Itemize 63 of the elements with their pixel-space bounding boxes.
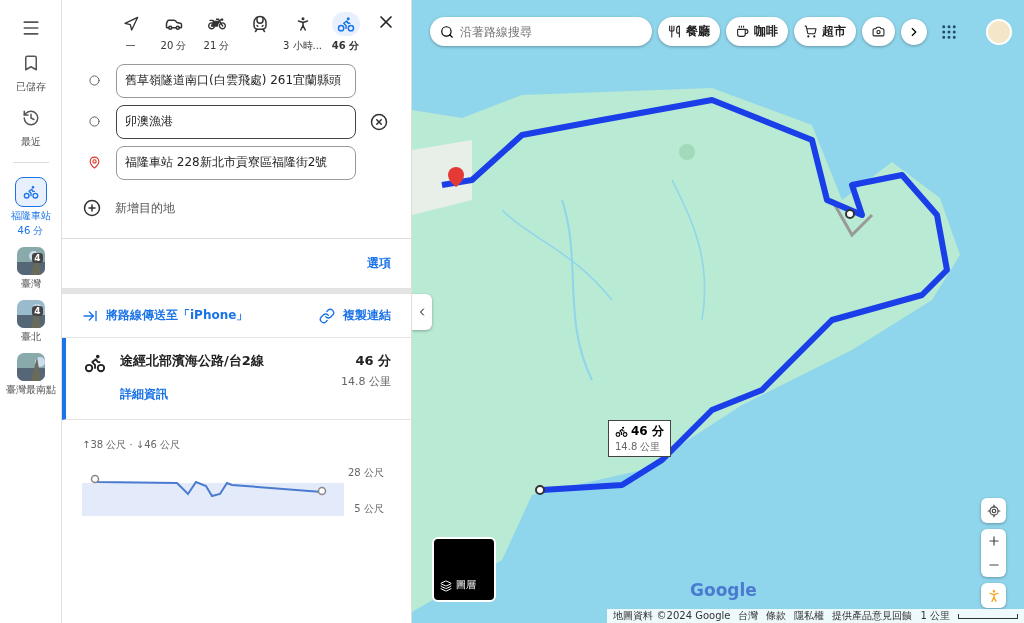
route-time: 46 分 (355, 352, 391, 370)
rail-item-label[interactable]: 臺灣最南點 (5, 384, 56, 396)
category-chip[interactable]: 餐廳 (658, 17, 720, 46)
route-title: 途經北部濱海公路/台2線 (120, 352, 265, 370)
close-icon (370, 112, 388, 131)
options-link[interactable]: 選項 (367, 255, 391, 272)
pin-icon (87, 156, 101, 169)
apps-grid-icon[interactable] (940, 22, 958, 41)
travel-time: 21 分 (203, 39, 230, 53)
search-field[interactable]: 沿著路線搜尋 (430, 17, 652, 46)
add-destination-label[interactable]: 新增目的地 (115, 199, 175, 217)
layers-icon (440, 580, 452, 592)
utensils-icon (668, 25, 681, 38)
waypoint-field[interactable]: 卯澳漁港 (116, 104, 356, 139)
bicycle-icon (615, 425, 628, 438)
rail-item-label[interactable]: 已儲存 (15, 81, 46, 93)
rail-item-label[interactable]: 福隆車站 (10, 210, 51, 222)
bicycle-icon (336, 15, 355, 33)
send-to-phone-link[interactable]: 將路線傳送至「iPhone」 (82, 307, 249, 324)
train-icon (250, 15, 269, 33)
route-distance: 14.8 公里 (341, 374, 391, 389)
footer-link[interactable]: 提供產品意見回饋 (832, 609, 913, 623)
travel-time: 20 分 (160, 39, 187, 53)
camera-icon (872, 25, 885, 38)
rail-item-time: 46 分 (17, 225, 44, 237)
link-icon (319, 307, 335, 324)
locate-icon (986, 503, 1001, 518)
my-location-button[interactable] (981, 498, 1006, 523)
count-badge: 4 (32, 253, 43, 263)
logo: Google (690, 580, 757, 600)
elevation-summary: ↑38 公尺 · ↓46 公尺 (82, 438, 182, 452)
scale-label: 1 公里 (920, 609, 950, 623)
cart-icon (804, 25, 817, 38)
layers-button[interactable]: 圖層 (432, 537, 496, 602)
footer-link[interactable]: 隱私權 (794, 609, 825, 623)
rail-item-label[interactable]: 臺灣 (20, 278, 41, 290)
details-link[interactable]: 詳細資訊 (120, 386, 327, 403)
circle-icon (88, 116, 100, 127)
waypoint-field[interactable]: 舊草嶺隧道南口(白雲飛處) 261宜蘭縣頭 (116, 63, 356, 98)
rail-item-label[interactable]: 最近 (20, 136, 41, 148)
circle-icon (88, 75, 100, 86)
count-badge: 4 (32, 306, 43, 316)
travel-time: 3 小時... (282, 39, 323, 53)
callout-distance: 14.8 公里 (615, 440, 662, 454)
plus-icon (986, 534, 1001, 548)
remove-button[interactable] (370, 112, 388, 131)
callout-time: 46 分 (631, 423, 664, 440)
category-chip[interactable]: 超市 (794, 17, 856, 46)
search-icon (440, 25, 454, 39)
plus-icon[interactable] (83, 199, 101, 217)
waypoint-field[interactable]: 福隆車站 228新北市貢寮區福隆街2號 (116, 145, 356, 180)
elevation-min-label: 5 公尺 (354, 502, 384, 516)
category-chip[interactable]: 咖啡 (726, 17, 788, 46)
rail-item-label[interactable]: 臺北 (20, 331, 41, 343)
scale-bar (958, 613, 1018, 619)
bicycle-icon (84, 352, 106, 374)
travel-time: 46 分 (331, 39, 360, 53)
footer-link[interactable]: 台灣 (738, 609, 759, 623)
elevation-max-label: 28 公尺 (348, 466, 384, 480)
footer-link[interactable]: 條款 (766, 609, 787, 623)
travel-time: — (125, 39, 136, 50)
copy-link[interactable]: 複製連結 (319, 307, 391, 324)
coffee-cup-icon (736, 25, 749, 38)
